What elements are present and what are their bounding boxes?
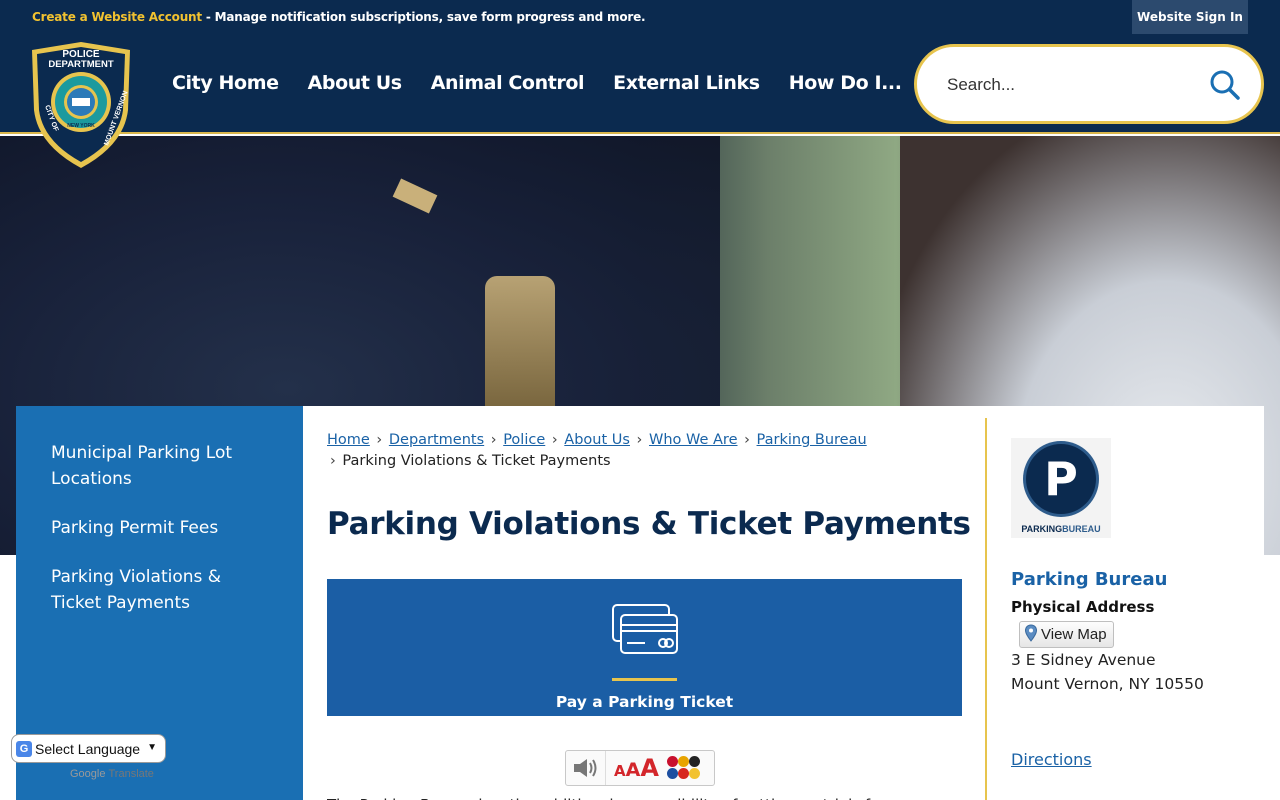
map-pin-icon	[1024, 623, 1038, 646]
translate-link[interactable]: Translate	[108, 768, 153, 780]
breadcrumb-about-us[interactable]: About Us	[564, 432, 630, 448]
parking-logo-caption-1: PARKING	[1021, 524, 1062, 534]
pay-parking-ticket-tile[interactable]: Pay a Parking Ticket	[327, 579, 962, 716]
breadcrumb-parking-bureau[interactable]: Parking Bureau	[757, 432, 867, 448]
breadcrumb-who-we-are[interactable]: Who We Are	[649, 432, 738, 448]
account-message: Create a Website Account - Manage notifi…	[32, 10, 646, 24]
create-account-link[interactable]: Create a Website Account	[32, 10, 202, 24]
content-divider	[985, 418, 987, 800]
logo-text-line2: DEPARTMENT	[48, 59, 113, 70]
credit-card-icon	[611, 603, 679, 655]
nav-animal-control[interactable]: Animal Control	[431, 72, 585, 94]
contact-name: Parking Bureau	[1011, 569, 1168, 590]
main-navigation: City Home About Us Animal Control Extern…	[172, 72, 931, 94]
breadcrumb-police[interactable]: Police	[503, 432, 545, 448]
powered-by-google-translate: Google Translate	[70, 768, 154, 780]
nav-external-links[interactable]: External Links	[613, 72, 760, 94]
nav-how-do-i[interactable]: How Do I...	[789, 72, 902, 94]
tile-divider	[612, 678, 677, 681]
utility-bar: Create a Website Account - Manage notifi…	[0, 0, 1280, 36]
parking-bureau-logo: P PARKINGBUREAU	[1011, 438, 1111, 538]
breadcrumb-current: Parking Violations & Ticket Payments	[342, 453, 611, 469]
police-department-logo[interactable]: POLICE DEPARTMENT CITY OF MOUNT VERNON N…	[24, 40, 138, 170]
language-select-label: Select Language	[35, 740, 141, 757]
breadcrumb-departments[interactable]: Departments	[389, 432, 484, 448]
breadcrumb: Home › Departments › Police › About Us ›…	[327, 432, 867, 469]
logo-state: NEW YORK	[67, 123, 95, 129]
search-input[interactable]	[947, 71, 1187, 99]
create-account-description: - Manage notification subscriptions, sav…	[201, 10, 646, 24]
nav-about-us[interactable]: About Us	[308, 72, 403, 94]
google-g-icon: G	[16, 740, 32, 757]
view-map-button[interactable]: View Map	[1019, 621, 1114, 648]
sidebar-item-parking-violations[interactable]: Parking Violations & Ticket Payments	[51, 564, 271, 616]
chevron-down-icon: ▼	[147, 742, 157, 753]
pay-parking-ticket-label: Pay a Parking Ticket	[555, 693, 734, 711]
parking-logo-letter: P	[1044, 452, 1078, 506]
breadcrumb-home[interactable]: Home	[327, 432, 370, 448]
text-size-button[interactable]: AAA	[614, 754, 659, 782]
view-map-label: View Map	[1041, 626, 1107, 643]
nav-city-home[interactable]: City Home	[172, 72, 279, 94]
search-icon[interactable]	[1209, 69, 1241, 101]
sidebar-item-parking-lot-locations[interactable]: Municipal Parking Lot Locations	[51, 440, 271, 492]
search-box	[914, 44, 1264, 124]
body-paragraph: The Parking Bureau has the additional re…	[327, 792, 947, 800]
page-title: Parking Violations & Ticket Payments	[327, 506, 971, 542]
google-wordmark: Google	[70, 768, 106, 780]
physical-address-label: Physical Address	[1011, 598, 1155, 616]
directions-link[interactable]: Directions	[1011, 750, 1092, 769]
address-line-1: 3 E Sidney Avenue	[1011, 651, 1156, 669]
website-sign-in-button[interactable]: Website Sign In	[1132, 0, 1248, 34]
readspeaker-toolbar: AAA	[565, 750, 715, 786]
translate-flags-icon[interactable]	[666, 756, 701, 780]
hero-badge	[485, 276, 555, 426]
address-line-2: Mount Vernon, NY 10550	[1011, 675, 1204, 693]
svg-text:PARKINGBUREAU: PARKINGBUREAU	[1021, 524, 1100, 534]
sidebar-item-parking-permit-fees[interactable]: Parking Permit Fees	[51, 515, 271, 541]
listen-speaker-icon[interactable]	[566, 751, 606, 785]
language-select[interactable]: G Select Language ▼	[11, 734, 166, 763]
parking-logo-caption-2: BUREAU	[1062, 524, 1101, 534]
